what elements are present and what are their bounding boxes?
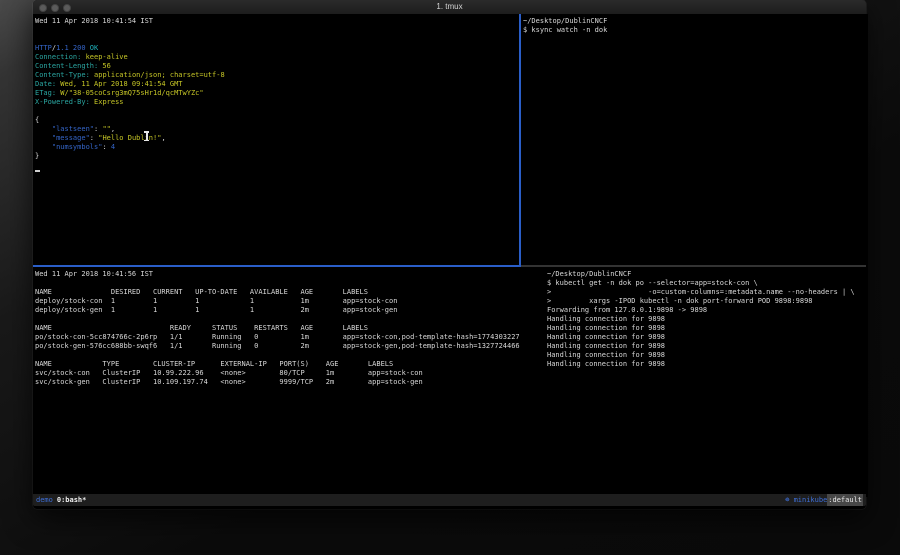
service-row: svc/stock-con ClusterIP 10.99.222.96 <no… [35,369,545,378]
pod-row: po/stock-con-5cc874766c-2p6rp 1/1 Runnin… [35,333,545,342]
response-header: Content-Type: application/json; charset=… [35,71,521,80]
handling-connection-line: Handling connection for 9898 [547,324,868,333]
shell-command: $ ksync watch -n dok [523,26,868,35]
deployment-row: deploy/stock-con 1 1 1 1 1m app=stock-co… [35,297,545,306]
http-version-status: 1.1 200 [56,44,86,52]
shell-command-continuation: > xargs -IPOD kubectl -n dok port-forwar… [547,297,868,306]
working-directory: ~/Desktop/DublinCNCF [547,270,868,279]
http-status-line: HTTP/1.1 200 OK [35,44,521,53]
pane-ksync-watch[interactable]: ~/Desktop/DublinCNCF $ ksync watch -n do… [521,14,868,268]
response-header: Content-Length: 56 [35,62,521,71]
working-directory: ~/Desktop/DublinCNCF [523,17,868,26]
pane-port-forward[interactable]: ~/Desktop/DublinCNCF $ kubectl get -n do… [545,267,868,497]
http-status-text: OK [86,44,99,52]
handling-connection-line: Handling connection for 9898 [547,333,868,342]
terminal-cursor [35,170,40,172]
services-table-header: NAME TYPE CLUSTER-IP EXTERNAL-IP PORT(S)… [35,360,545,369]
kube-context: minikube [794,494,828,506]
shell-command: $ kubectl get -n dok po --selector=app=s… [547,279,868,288]
pane-http-response[interactable]: Wed 11 Apr 2018 10:41:54 IST HTTP/1.1 20… [33,14,521,268]
json-entry-message: "message": "Hello Dublin!", [35,134,521,143]
session-name: demo [36,494,53,506]
response-header: Date: Wed, 11 Apr 2018 09:41:54 GMT [35,80,521,89]
terminal-window: 1. tmux Wed 11 Apr 2018 10:41:54 IST HTT… [33,0,866,509]
shell-command-continuation: > -o=custom-columns=:metadata.name --no-… [547,288,868,297]
response-header: ETag: W/"38-05coCsrg3mQ75sHr1d/qcMTwYZc" [35,89,521,98]
response-header: Connection: keep-alive [35,53,521,62]
json-entry-lastseen: "lastseen": "", [35,125,521,134]
timestamp-line: Wed 11 Apr 2018 10:41:56 IST [35,270,545,279]
service-row: svc/stock-gen ClusterIP 10.109.197.74 <n… [35,378,545,387]
pods-table-header: NAME READY STATUS RESTARTS AGE LABELS [35,324,545,333]
deployment-row: deploy/stock-gen 1 1 1 1 2m app=stock-ge… [35,306,545,315]
handling-connection-line: Handling connection for 9898 [547,315,868,324]
http-protocol: HTTP [35,44,52,52]
handling-connection-line: Handling connection for 9898 [547,342,868,351]
kubernetes-helm-icon: ☸ [785,494,793,506]
active-window-label[interactable]: 0:bash* [57,494,87,506]
forwarding-status-line: Forwarding from 127.0.0.1:9898 -> 9898 [547,306,868,315]
timestamp-line: Wed 11 Apr 2018 10:41:54 IST [35,17,521,26]
deployments-table-header: NAME DESIRED CURRENT UP-TO-DATE AVAILABL… [35,288,545,297]
kube-namespace: :default [827,494,863,506]
handling-connection-line: Handling connection for 9898 [547,360,868,369]
window-title: 1. tmux [33,0,866,14]
response-header: X-Powered-By: Express [35,98,521,107]
mouse-ibeam-cursor [146,131,148,141]
window-titlebar[interactable]: 1. tmux [33,0,866,15]
pod-row: po/stock-gen-576cc688bb-swqf6 1/1 Runnin… [35,342,545,351]
pane-kubectl-get[interactable]: Wed 11 Apr 2018 10:41:56 IST NAME DESIRE… [33,267,545,497]
tmux-status-bar: demo 0:bash* ☸ minikube :default [33,494,866,506]
pane-divider-vertical-active[interactable] [519,14,521,267]
json-open-brace: { [35,116,521,125]
json-close-brace: } [35,152,521,161]
json-entry-numsymbols: "numsymbols": 4 [35,143,521,152]
handling-connection-line: Handling connection for 9898 [547,351,868,360]
